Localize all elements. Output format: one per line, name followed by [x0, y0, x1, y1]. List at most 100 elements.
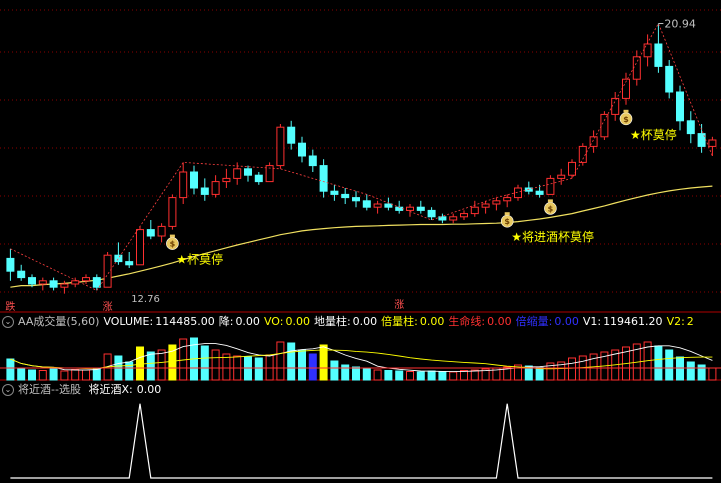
volume-bar	[449, 371, 458, 381]
volume-bar	[38, 370, 47, 381]
candle	[373, 203, 382, 208]
volume-field-value: 0.00	[285, 315, 310, 328]
candle	[38, 280, 47, 285]
volume-field-value: 0.00	[235, 315, 260, 328]
candle	[287, 126, 296, 144]
volume-field-label: 降:	[218, 315, 234, 328]
volume-bar	[362, 367, 371, 381]
volume-bar	[276, 341, 285, 381]
volume-bar	[427, 370, 436, 381]
volume-bar	[308, 353, 317, 381]
candle	[352, 197, 360, 202]
volume-bar	[49, 368, 58, 381]
volume-indicator-title: AA成交量(5,60)	[18, 315, 100, 328]
candle	[190, 171, 198, 189]
candle	[514, 187, 522, 199]
volume-bar	[373, 369, 382, 381]
chevron-down-icon[interactable]: ⌄	[2, 316, 14, 328]
signal-indicator-title: 将近酒--选股	[18, 383, 81, 396]
money-bag-icon-neck	[623, 109, 629, 113]
candle	[384, 203, 393, 208]
candle	[632, 56, 641, 80]
volume-bar	[60, 370, 69, 381]
price-panel: 20.9412.76$$$$★杯莫停★将进酒杯莫停★杯莫停涨跌涨	[5, 18, 717, 313]
candle	[481, 203, 490, 208]
volume-field-label: 地量柱:	[313, 315, 351, 328]
signal-field-label: 将近酒X:	[88, 383, 133, 396]
volume-bar	[6, 358, 15, 381]
candle	[114, 254, 123, 263]
zigzag-line	[10, 22, 713, 291]
volume-bar	[686, 361, 695, 381]
chevron-down-icon[interactable]: ⌄	[2, 384, 14, 396]
candle	[449, 216, 458, 221]
candle	[125, 261, 134, 266]
volume-bar	[438, 371, 447, 381]
signal-field-value: 0.00	[136, 383, 162, 396]
volume-bar	[535, 367, 544, 381]
candle	[395, 206, 404, 211]
high-price-label: 20.94	[664, 18, 696, 31]
volume-bar	[416, 371, 425, 381]
signal-annotation: ★杯莫停	[176, 252, 223, 267]
volume-bar	[28, 369, 36, 381]
signal-annotation: ★杯莫停	[630, 127, 677, 142]
volume-field-value: 0.00	[352, 315, 378, 328]
volume-bar	[298, 349, 306, 381]
candle	[492, 200, 501, 205]
volume-bar	[200, 345, 209, 381]
volume-field-label: 倍量柱:	[381, 315, 418, 328]
candle	[676, 91, 684, 122]
volume-bar	[654, 345, 663, 381]
candle	[157, 225, 166, 237]
candle	[535, 190, 544, 195]
volume-field-value: 2	[686, 315, 694, 328]
candle	[6, 257, 15, 272]
volume-bar	[341, 364, 350, 381]
money-bag-icon-neck	[169, 234, 175, 238]
candle	[611, 97, 620, 115]
money-bag-icon: $	[500, 212, 514, 228]
candle	[654, 43, 663, 67]
volume-field-value: 114485.00	[155, 315, 215, 328]
volume-field-value: 0.00	[554, 315, 579, 328]
volume-bar	[352, 366, 360, 381]
candle	[503, 197, 512, 202]
volume-bar	[708, 367, 717, 381]
side-mark: 跌	[5, 300, 15, 313]
volume-bar	[460, 370, 468, 381]
candle	[708, 139, 717, 147]
candle	[416, 206, 425, 211]
candle	[298, 142, 306, 157]
volume-indicator-header: ⌄ AA成交量(5,60) VOLUME: 114485.00 降: 0.00 VO: 0.0…	[0, 314, 702, 330]
volume-bar	[697, 364, 706, 381]
candle	[82, 277, 90, 282]
signal-panel	[10, 403, 713, 479]
money-bag-icon-glyph: $	[548, 204, 554, 213]
volume-bar	[287, 342, 296, 381]
money-bag-icon: $	[544, 199, 557, 215]
candle	[211, 181, 220, 195]
money-bag-icon: $	[619, 109, 633, 126]
volume-field-label: V1:	[582, 315, 602, 328]
candle	[643, 43, 652, 58]
candle	[319, 165, 328, 192]
candle	[168, 197, 177, 227]
volume-bar	[17, 367, 26, 381]
candle	[557, 174, 566, 179]
volume-field-value: 0.00	[487, 315, 512, 328]
candle	[179, 171, 188, 199]
volume-bar	[136, 346, 144, 381]
volume-field-label: 倍缩量:	[515, 315, 553, 328]
money-bag-icon-neck	[504, 212, 510, 216]
volume-bar	[254, 357, 263, 381]
candle	[60, 283, 69, 288]
money-bag-icon-glyph: $	[623, 115, 629, 124]
volume-field-label: VO:	[263, 315, 284, 328]
volume-bar	[665, 349, 674, 381]
candle	[406, 206, 414, 211]
volume-field-label: V2:	[666, 315, 685, 328]
candle	[17, 270, 26, 279]
candle	[233, 168, 242, 179]
volume-bar	[157, 349, 166, 381]
